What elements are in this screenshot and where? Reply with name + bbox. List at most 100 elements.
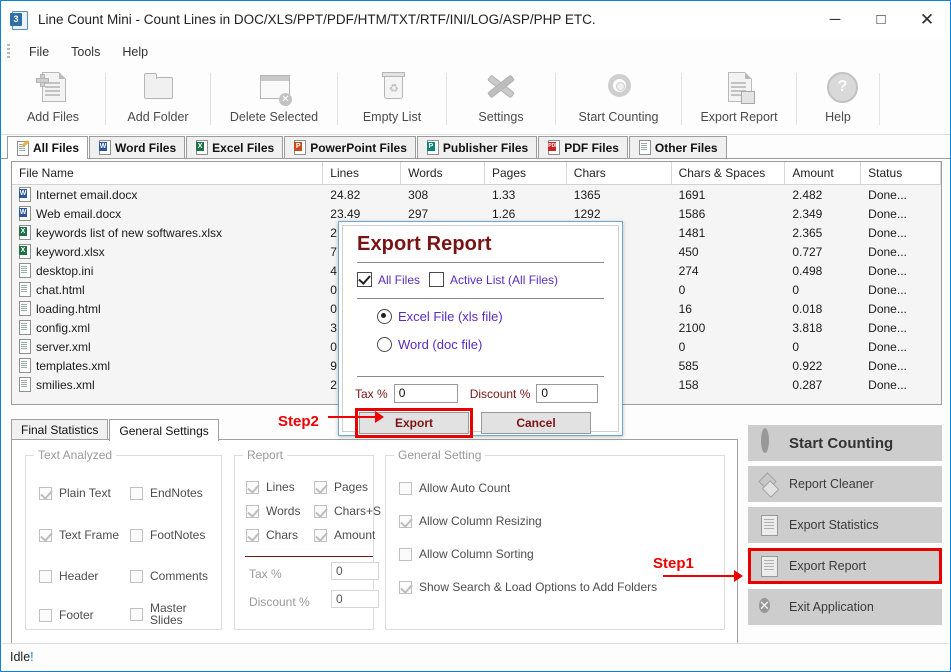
checkbox-box [399,481,412,495]
checkbox-box [246,480,259,494]
menu-bar: File Tools Help [1,39,950,64]
toolbar-empty-list[interactable]: ♻ Empty List [338,64,446,134]
export-report-icon [719,70,759,106]
checkbox-show-search-load[interactable]: Show Search & Load Options to Add Folder… [399,580,657,594]
checkbox-box [130,486,143,500]
dialog-cancel-button[interactable]: Cancel [481,412,591,434]
grid-column-header[interactable]: Pages [485,162,567,184]
grid-column-header[interactable]: Amount [785,162,862,184]
grid-column-header[interactable]: Words [401,162,485,184]
checkbox-report-amount[interactable]: Amount [314,528,375,542]
export-report-side-button[interactable]: Export Report [748,548,942,584]
table-cell-file-name: desktop.ini [12,263,323,278]
checkbox-footer[interactable]: Footer [39,608,94,622]
checkbox-report-lines[interactable]: Lines [246,480,295,494]
grid-column-header[interactable]: Lines [323,162,402,184]
export-report-dialog: Export Report All Files Active List (All… [338,221,623,438]
checkbox-footer-label: Footer [59,608,94,622]
checkbox-report-charsps[interactable]: Chars+S [314,504,381,518]
settings-tabbar: Final Statistics General Settings [11,419,220,441]
dialog-tax-field[interactable]: 0 [393,384,458,403]
tab-powerpoint-files[interactable]: P PowerPoint Files [284,136,416,158]
grid-column-header[interactable]: Status [861,162,941,184]
checkbox-text-frame[interactable]: Text Frame [39,528,119,542]
checkbox-box [39,528,52,542]
toolbar-add-files[interactable]: Add Files [1,64,105,134]
toolbar-delete-selected[interactable]: ✕ Delete Selected [211,64,337,134]
table-cell-chars-spaces: 585 [678,358,699,373]
menu-item-help[interactable]: Help [111,42,159,62]
dialog-scope-row: All Files Active List (All Files) [343,263,618,296]
report-caption: Report [243,448,288,462]
checkbox-allow-column-sorting[interactable]: Allow Column Sorting [399,547,534,561]
toolbar-add-folder[interactable]: Add Folder [106,64,210,134]
export-statistics-button[interactable]: Export Statistics [748,507,942,543]
step1-arrow [663,570,743,582]
checkbox-box [357,272,372,287]
empty-list-icon: ♻ [372,70,412,106]
table-cell-file-name: Xkeywords list of new softwares.xlsx [12,225,323,240]
menu-item-tools[interactable]: Tools [60,42,111,62]
tab-word-files[interactable]: W Word Files [89,136,186,158]
text-analyzed-group: Text Analyzed Plain Text EndNotes Text F… [25,448,222,630]
dialog-word-radio[interactable]: Word (doc file) [377,337,618,352]
dialog-active-list-option[interactable]: Active List (All Files) [429,272,558,287]
tab-other-files[interactable]: Other Files [628,136,727,158]
toolbar-settings[interactable]: Settings [447,64,555,134]
report-cleaner-button[interactable]: Report Cleaner [748,466,942,502]
table-cell-status: Done... [868,244,907,259]
checkbox-endnotes[interactable]: EndNotes [130,486,203,500]
powerpoint-file-icon: P [293,140,307,155]
table-cell-pages: 1.33 [491,187,516,202]
toolbar-add-files-label: Add Files [26,110,80,124]
radio-circle [377,337,392,352]
checkbox-report-words[interactable]: Words [246,504,300,518]
checkbox-comments[interactable]: Comments [130,569,208,583]
report-tax-field[interactable]: 0 [331,562,379,580]
checkbox-master-slides-label: Master Slides [150,601,187,627]
dialog-active-list-label: Active List (All Files) [450,272,559,287]
tab-pdf-files[interactable]: PDF PDF Files [538,136,628,158]
file-name-text: config.xml [36,320,91,335]
start-counting-side-button[interactable]: Start Counting [748,425,942,461]
app-icon: 3 [10,10,30,30]
tab-publisher-files[interactable]: P Publisher Files [416,136,538,158]
grid-column-header[interactable]: Chars [567,162,672,184]
checkbox-footnotes[interactable]: FootNotes [130,528,205,542]
tab-general-settings[interactable]: General Settings [109,419,219,441]
dialog-discount-field[interactable]: 0 [536,384,599,403]
table-cell-amount: 3.818 [792,320,823,335]
table-cell-status: Done... [868,187,907,202]
dialog-excel-radio[interactable]: Excel File (xls file) [377,309,618,324]
file-type-tabbar: All Files W Word Files X Excel Files P P… [1,135,950,159]
checkbox-master-slides[interactable]: Master Slides [130,602,200,626]
grid-column-header[interactable]: File Name [12,162,324,184]
maximize-button[interactable]: □ [858,2,904,38]
table-cell-status: Done... [868,282,907,297]
toolbar-export-report[interactable]: Export Report [682,64,796,134]
checkbox-plain-text[interactable]: Plain Text [39,486,111,500]
tab-all-files[interactable]: All Files [7,136,89,159]
checkbox-report-charsps-label: Chars+S [334,504,382,518]
checkbox-allow-column-resizing[interactable]: Allow Column Resizing [399,514,542,528]
table-row[interactable]: W Internet email.docx 24.82 308 1.33 1365 1691… [12,185,941,204]
table-cell-amount: 0 [792,282,800,297]
toolbar-start-counting[interactable]: Start Counting [556,64,681,134]
checkbox-allow-column-sorting-label: Allow Column Sorting [419,547,534,561]
status-suffix: ! [30,650,34,664]
tab-excel-files[interactable]: X Excel Files [186,136,284,158]
exit-application-button[interactable]: ✕ Exit Application [748,589,942,625]
checkbox-allow-auto-count[interactable]: Allow Auto Count [399,481,510,495]
menu-item-file[interactable]: File [18,42,60,62]
toolbar-settings-label: Settings [478,110,524,124]
report-discount-field[interactable]: 0 [331,590,379,608]
minimize-button[interactable]: ─ [812,2,858,38]
checkbox-header[interactable]: Header [39,569,98,583]
checkbox-report-chars[interactable]: Chars [246,528,298,542]
checkbox-report-pages[interactable]: Pages [314,480,368,494]
toolbar-help[interactable]: ? Help [797,64,879,134]
grid-column-header[interactable]: Chars & Spaces [672,162,786,184]
tab-final-statistics[interactable]: Final Statistics [11,419,109,440]
close-button[interactable]: ✕ [904,2,950,38]
dialog-all-files-option[interactable]: All Files [357,272,420,287]
